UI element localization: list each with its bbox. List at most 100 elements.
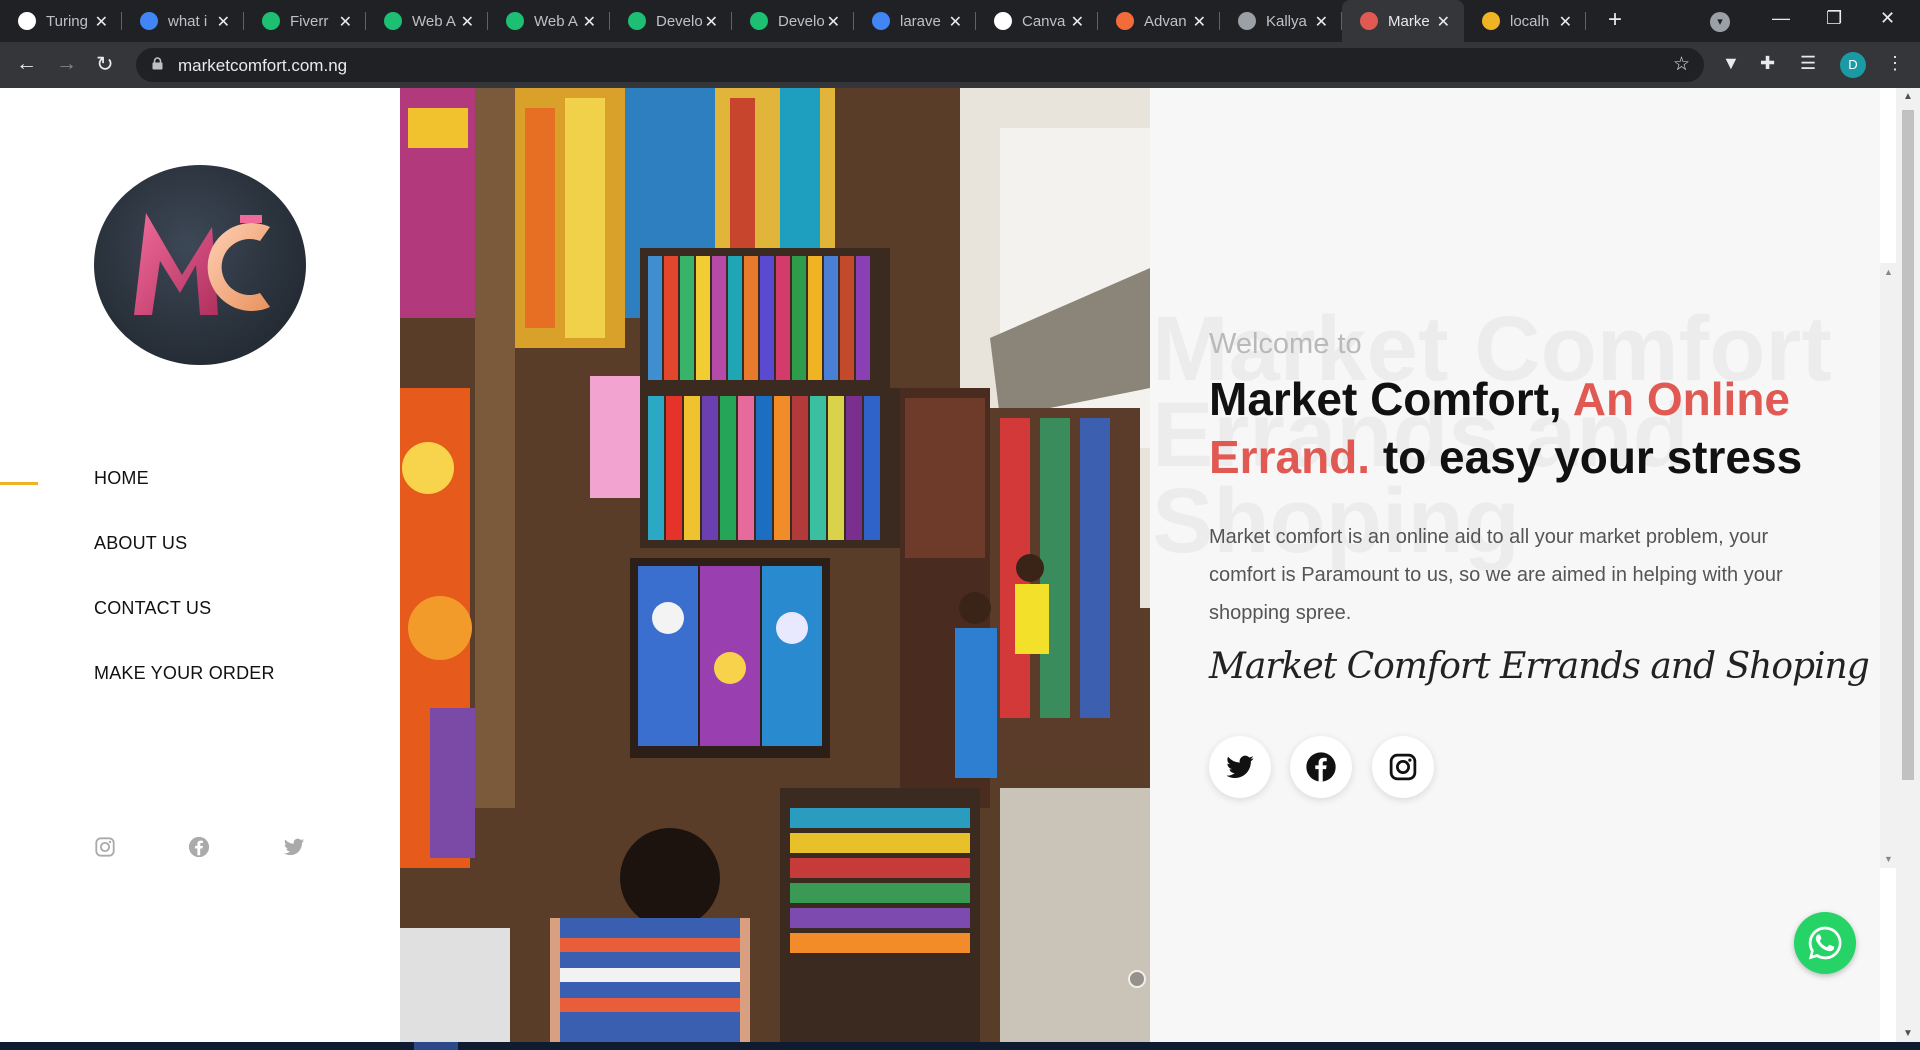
browser-tab[interactable]: Canva ✕ [976,0,1098,42]
tab-search-icon[interactable]: ▾ [1710,12,1730,32]
twitter-button[interactable] [1209,736,1271,798]
tab-close-icon[interactable]: ✕ [1559,12,1572,32]
tab-separator [975,12,976,30]
browser-tab[interactable]: Turing ✕ [0,0,122,42]
tab-close-icon[interactable]: ✕ [1193,12,1206,32]
localhost-icon [1482,12,1500,30]
back-icon[interactable]: ← [16,52,37,76]
tab-title: Web A [534,12,578,30]
browser-tab[interactable]: Advan ✕ [1098,0,1220,42]
tab-title: localh [1510,12,1550,30]
market-comfort-logo[interactable] [94,165,306,365]
menu-kebab-icon[interactable]: ⋮ [1886,53,1904,74]
tab-close-icon[interactable]: ✕ [95,12,108,32]
tab-separator [853,12,854,30]
taskbar-active-app[interactable] [414,1042,458,1050]
browser-tab[interactable]: Marke ✕ [1342,0,1464,42]
inner-scrollbar[interactable]: ▲ ▼ [1880,263,1896,868]
tab-separator [1585,12,1586,30]
nav-contact-us[interactable]: CONTACT US [94,598,275,663]
twitter-icon[interactable] [283,836,305,858]
tab-close-icon[interactable]: ✕ [705,12,718,32]
browser-tab[interactable]: localh ✕ [1464,0,1586,42]
close-window-icon[interactable]: ✕ [1880,8,1895,29]
turing-icon [18,12,36,30]
hero-signature: Market Comfort Errands and Shoping [1209,646,1870,687]
browser-tab[interactable]: Fiverr ✕ [244,0,366,42]
reload-icon[interactable]: ↻ [96,52,114,77]
os-taskbar [0,1042,1920,1050]
scroll-up-icon[interactable]: ▲ [1884,267,1893,277]
tab-close-icon[interactable]: ✕ [1315,12,1328,32]
forward-icon[interactable]: → [56,52,77,76]
google-icon [140,12,158,30]
tab-separator [1097,12,1098,30]
browser-tab[interactable]: Develo ✕ [732,0,854,42]
browser-tab[interactable]: larave ✕ [854,0,976,42]
tab-close-icon[interactable]: ✕ [461,12,474,32]
fiverr-icon [262,12,280,30]
profile-avatar[interactable]: D [1840,52,1866,78]
nav-make-your-order[interactable]: MAKE YOUR ORDER [94,663,275,728]
twitter-icon [1226,755,1254,779]
bookmark-star-icon[interactable]: ☆ [1673,53,1690,76]
minimize-icon[interactable]: — [1772,8,1790,29]
tab-close-icon[interactable]: ✕ [583,12,596,32]
headline-part1: Market Comfort, [1209,373,1573,425]
browser-tabstrip: localh ✕ Marke ✕ Kallya ✕ Advan ✕ Canva ✕ larave ✕ D… [0,0,1920,42]
hero-description: Market comfort is an online aid to all y… [1209,526,1783,624]
tab-separator [731,12,732,30]
tab-separator [609,12,610,30]
main-nav: HOME ABOUT US CONTACT US MAKE YOUR ORDER [94,468,275,728]
market-stall-illustration [400,88,1150,1042]
browser-tab[interactable]: what i ✕ [122,0,244,42]
advan-icon [1116,12,1134,30]
tab-title: Fiverr [290,12,329,30]
tab-close-icon[interactable]: ✕ [827,12,840,32]
tab-close-icon[interactable]: ✕ [1437,12,1450,32]
new-tab-button[interactable]: + [1608,6,1622,34]
page-scrollbar[interactable]: ▲ ▼ [1896,88,1920,1042]
instagram-icon[interactable] [94,836,116,858]
hero-market-photo [400,88,1150,1042]
tab-close-icon[interactable]: ✕ [339,12,352,32]
address-bar[interactable]: marketcomfort.com.ng ☆ [136,48,1704,82]
page-scroll-down-icon[interactable]: ▼ [1903,1028,1913,1039]
nav-about-us[interactable]: ABOUT US [94,533,275,598]
restore-icon[interactable]: ❐ [1826,8,1842,29]
media-control-icon[interactable]: ☰ [1800,53,1816,74]
extension-v-icon[interactable]: ▼ [1722,53,1740,74]
fiverr-icon [506,12,524,30]
browser-tab[interactable]: Web A ✕ [366,0,488,42]
hero-welcome: Welcome to [1209,328,1362,360]
whatsapp-chat-button[interactable] [1794,912,1856,974]
tab-close-icon[interactable]: ✕ [1071,12,1084,32]
browser-tab[interactable]: Develo ✕ [610,0,732,42]
extensions-puzzle-icon[interactable]: ✚ [1760,53,1775,74]
page-scroll-thumb[interactable] [1902,110,1914,780]
tab-separator [1341,12,1342,30]
instagram-icon [1389,753,1417,781]
tab-close-icon[interactable]: ✕ [217,12,230,32]
market-icon [1360,12,1378,30]
tab-title: Develo [656,12,703,30]
tab-close-icon[interactable]: ✕ [949,12,962,32]
loading-icon [1238,12,1256,30]
instagram-button[interactable] [1372,736,1434,798]
tab-separator [365,12,366,30]
page-scroll-up-icon[interactable]: ▲ [1903,91,1913,102]
scroll-down-icon[interactable]: ▼ [1884,854,1893,864]
facebook-button[interactable] [1290,736,1352,798]
browser-tab[interactable]: Web A ✕ [488,0,610,42]
browser-toolbar: ← → ↻ marketcomfort.com.ng ☆ ▼ ✚ ☰ D ⋮ [0,42,1920,88]
fiverr-icon [628,12,646,30]
nav-home[interactable]: HOME [94,468,275,533]
browser-tab[interactable]: Kallya ✕ [1220,0,1342,42]
whatsapp-icon [1808,926,1842,960]
tab-separator [121,12,122,30]
tab-title: Turing [46,12,88,30]
slider-dot[interactable] [1128,970,1146,988]
tab-separator [487,12,488,30]
facebook-icon[interactable] [188,836,210,858]
facebook-icon [1306,752,1336,782]
